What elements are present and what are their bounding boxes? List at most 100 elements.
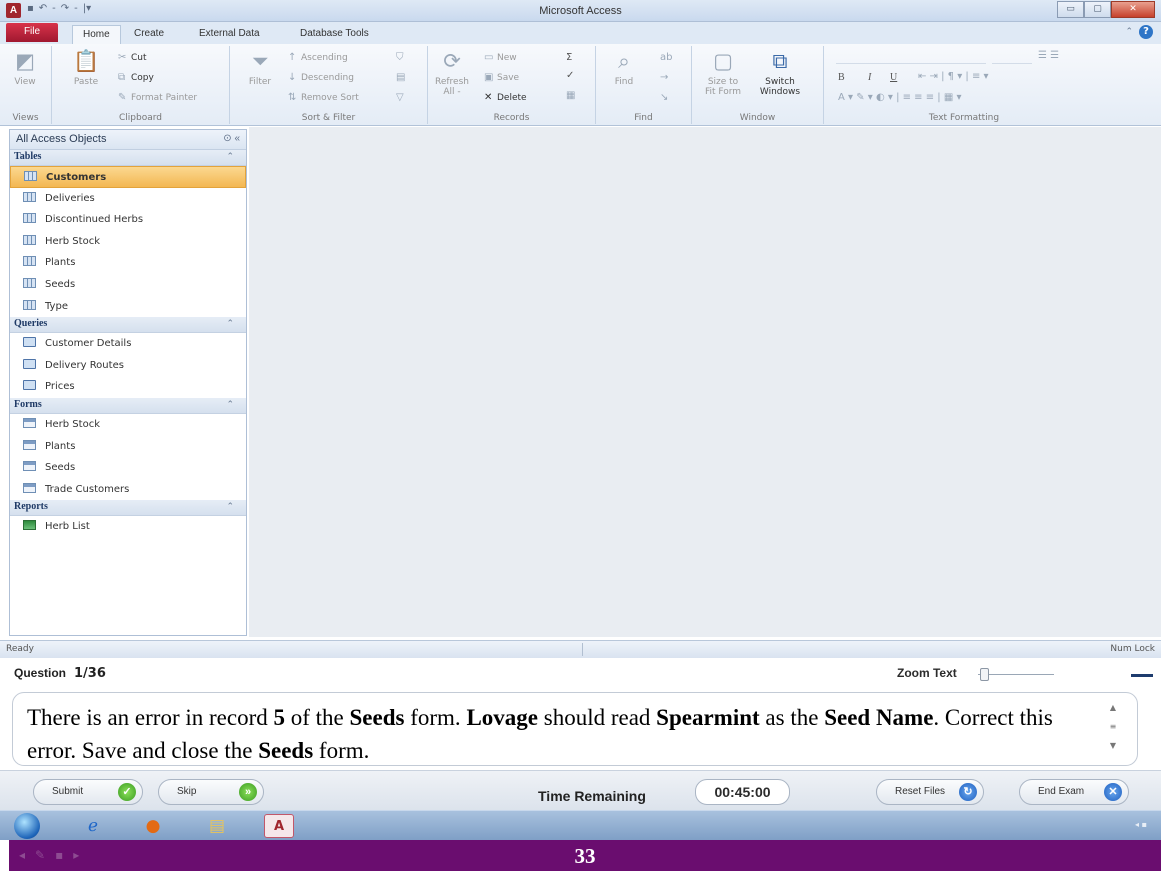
- ascending-button[interactable]: ↑ Ascending: [288, 50, 348, 66]
- help-icon[interactable]: ?: [1139, 25, 1153, 39]
- collapse-chevron-icon[interactable]: ⌃: [226, 399, 234, 410]
- zoom-text-label: Zoom Text: [897, 666, 957, 680]
- remove-sort-button[interactable]: ⇅ Remove Sort: [288, 90, 359, 106]
- start-orb-icon[interactable]: [14, 813, 40, 839]
- question-scrollbar[interactable]: ▲ ≡ ▼: [1106, 698, 1120, 756]
- scroll-up-icon[interactable]: ▲: [1106, 698, 1120, 717]
- size-to-fit-form-button[interactable]: ▢ Size to Fit Form: [698, 48, 748, 97]
- nav-item-herb-stock-form[interactable]: Herb Stock: [10, 414, 246, 436]
- tab-database-tools[interactable]: Database Tools: [290, 25, 379, 44]
- tab-file[interactable]: File: [6, 23, 58, 42]
- advanced-filter-icon[interactable]: ▤: [396, 72, 405, 83]
- question-indicator: Question 1/36: [14, 666, 106, 681]
- access-taskbar-icon[interactable]: A: [264, 814, 294, 838]
- list-icons[interactable]: ☰ ☰: [1038, 50, 1059, 61]
- exam-panel: Question 1/36 Zoom Text There is an error…: [0, 658, 1161, 810]
- save-record-button[interactable]: ▣ Save: [484, 70, 519, 86]
- minimize-ribbon-icon[interactable]: ⌃: [1125, 27, 1133, 37]
- skip-button[interactable]: Skip»: [158, 779, 264, 805]
- font-size-select[interactable]: [992, 50, 1032, 64]
- collapse-chevron-icon[interactable]: ⌃: [226, 151, 234, 162]
- nav-item-type[interactable]: Type: [10, 296, 246, 318]
- italic-button[interactable]: I: [868, 72, 871, 83]
- status-bar: Ready Num Lock: [0, 640, 1161, 658]
- color-icons[interactable]: A ▾ ✎ ▾ ◐ ▾ | ≡ ≡ ≡ | ▦ ▾: [838, 92, 962, 103]
- collapse-chevron-icon[interactable]: ⌃: [226, 318, 234, 329]
- tab-home[interactable]: Home: [72, 25, 121, 44]
- nav-section-queries[interactable]: Queries ⌃: [10, 317, 246, 334]
- reset-files-button[interactable]: Reset Files ↻: [876, 779, 984, 805]
- nav-item-herb-stock-table[interactable]: Herb Stock: [10, 231, 246, 253]
- new-record-button[interactable]: ▭ New: [484, 50, 517, 66]
- windows-taskbar: ℯ ● ▤ A ◂ ▪: [0, 810, 1161, 840]
- end-exam-button[interactable]: End Exam ✕: [1019, 779, 1129, 805]
- filter-button[interactable]: ⏷ Filter: [240, 48, 280, 87]
- file-explorer-icon[interactable]: ▤: [204, 814, 230, 838]
- view-button[interactable]: ◩ View: [5, 48, 45, 87]
- form-icon: [23, 417, 36, 428]
- font-name-select[interactable]: [836, 50, 986, 64]
- spelling-icon[interactable]: ✓: [566, 70, 574, 81]
- form-icon: [23, 439, 36, 450]
- nav-section-forms[interactable]: Forms ⌃: [10, 397, 246, 414]
- tab-create[interactable]: Create: [124, 25, 174, 44]
- format-painter-button[interactable]: ✎ Format Painter: [118, 90, 197, 106]
- cut-button[interactable]: ✂ Cut: [118, 50, 147, 66]
- toggle-filter-icon[interactable]: ▽: [396, 92, 404, 103]
- nav-item-plants-form[interactable]: Plants: [10, 436, 246, 458]
- nav-item-discontinued-herbs[interactable]: Discontinued Herbs: [10, 209, 246, 231]
- maximize-button[interactable]: ▢: [1084, 1, 1111, 18]
- scroll-thumb[interactable]: ≡: [1106, 717, 1120, 736]
- save-record-icon: ▣: [484, 72, 494, 83]
- slider-thumb[interactable]: [980, 668, 989, 681]
- minimize-button[interactable]: ▭: [1057, 1, 1084, 18]
- nav-pane-menu-icon[interactable]: ⊙ «: [223, 133, 240, 144]
- collapse-chevron-icon[interactable]: ⌃: [226, 501, 234, 512]
- nav-item-herb-list[interactable]: Herb List: [10, 516, 246, 538]
- switch-windows-button[interactable]: ⧉ Switch Windows: [752, 48, 808, 97]
- close-button[interactable]: ✕: [1111, 1, 1155, 18]
- refresh-all-button[interactable]: ⟳ Refresh All -: [432, 48, 472, 97]
- replace-icon[interactable]: ab: [660, 52, 672, 63]
- nav-item-plants-table[interactable]: Plants: [10, 252, 246, 274]
- nav-section-tables[interactable]: Tables ⌃: [10, 150, 246, 166]
- copy-button[interactable]: ⧉ Copy: [118, 70, 154, 86]
- totals-icon[interactable]: Σ: [566, 52, 572, 63]
- delete-record-button[interactable]: ✕ Delete: [484, 90, 527, 106]
- view-icon: ◩: [15, 49, 35, 73]
- nav-item-deliveries[interactable]: Deliveries: [10, 188, 246, 210]
- zoom-text-slider[interactable]: [978, 668, 1054, 681]
- firefox-icon[interactable]: ●: [140, 814, 166, 838]
- select-icon[interactable]: ↘: [660, 92, 668, 103]
- table-icon: [23, 299, 36, 310]
- nav-pane-header[interactable]: All Access Objects ⊙ «: [10, 130, 246, 150]
- go-to-icon[interactable]: →: [660, 72, 668, 83]
- system-tray: ◂ ▪: [1135, 820, 1147, 829]
- nav-item-customer-details[interactable]: Customer Details: [10, 333, 246, 355]
- query-icon: [23, 358, 36, 369]
- submit-button[interactable]: Submit ✓: [33, 779, 143, 805]
- nav-item-delivery-routes[interactable]: Delivery Routes: [10, 355, 246, 377]
- selection-filter-icon[interactable]: ⛉: [396, 52, 404, 63]
- tab-external-data[interactable]: External Data: [189, 25, 270, 44]
- size-to-fit-icon: ▢: [713, 49, 733, 73]
- paste-button[interactable]: 📋 Paste: [66, 48, 106, 87]
- collapse-panel-button[interactable]: [1131, 674, 1153, 677]
- checkmark-icon: ✓: [118, 783, 136, 801]
- indent-icons[interactable]: ⇤ ⇥ | ¶ ▾ | ≡ ▾: [918, 71, 989, 82]
- nav-item-seeds-table[interactable]: Seeds: [10, 274, 246, 296]
- descending-button[interactable]: ↓ Descending: [288, 70, 354, 86]
- nav-item-customers[interactable]: Customers: [10, 166, 246, 188]
- scroll-down-icon[interactable]: ▼: [1106, 736, 1120, 755]
- nav-item-trade-customers[interactable]: Trade Customers: [10, 479, 246, 501]
- find-button[interactable]: ⌕ Find: [604, 48, 644, 87]
- more-records-icon[interactable]: ▦: [566, 90, 575, 101]
- table-icon: [23, 213, 36, 224]
- question-text-box: There is an error in record 5 of the See…: [12, 692, 1138, 766]
- internet-explorer-icon[interactable]: ℯ: [80, 814, 106, 838]
- nav-section-reports[interactable]: Reports ⌃: [10, 500, 246, 517]
- nav-item-prices[interactable]: Prices: [10, 376, 246, 398]
- underline-button[interactable]: U: [890, 72, 897, 83]
- nav-item-seeds-form[interactable]: Seeds: [10, 457, 246, 479]
- bold-button[interactable]: B: [838, 72, 845, 83]
